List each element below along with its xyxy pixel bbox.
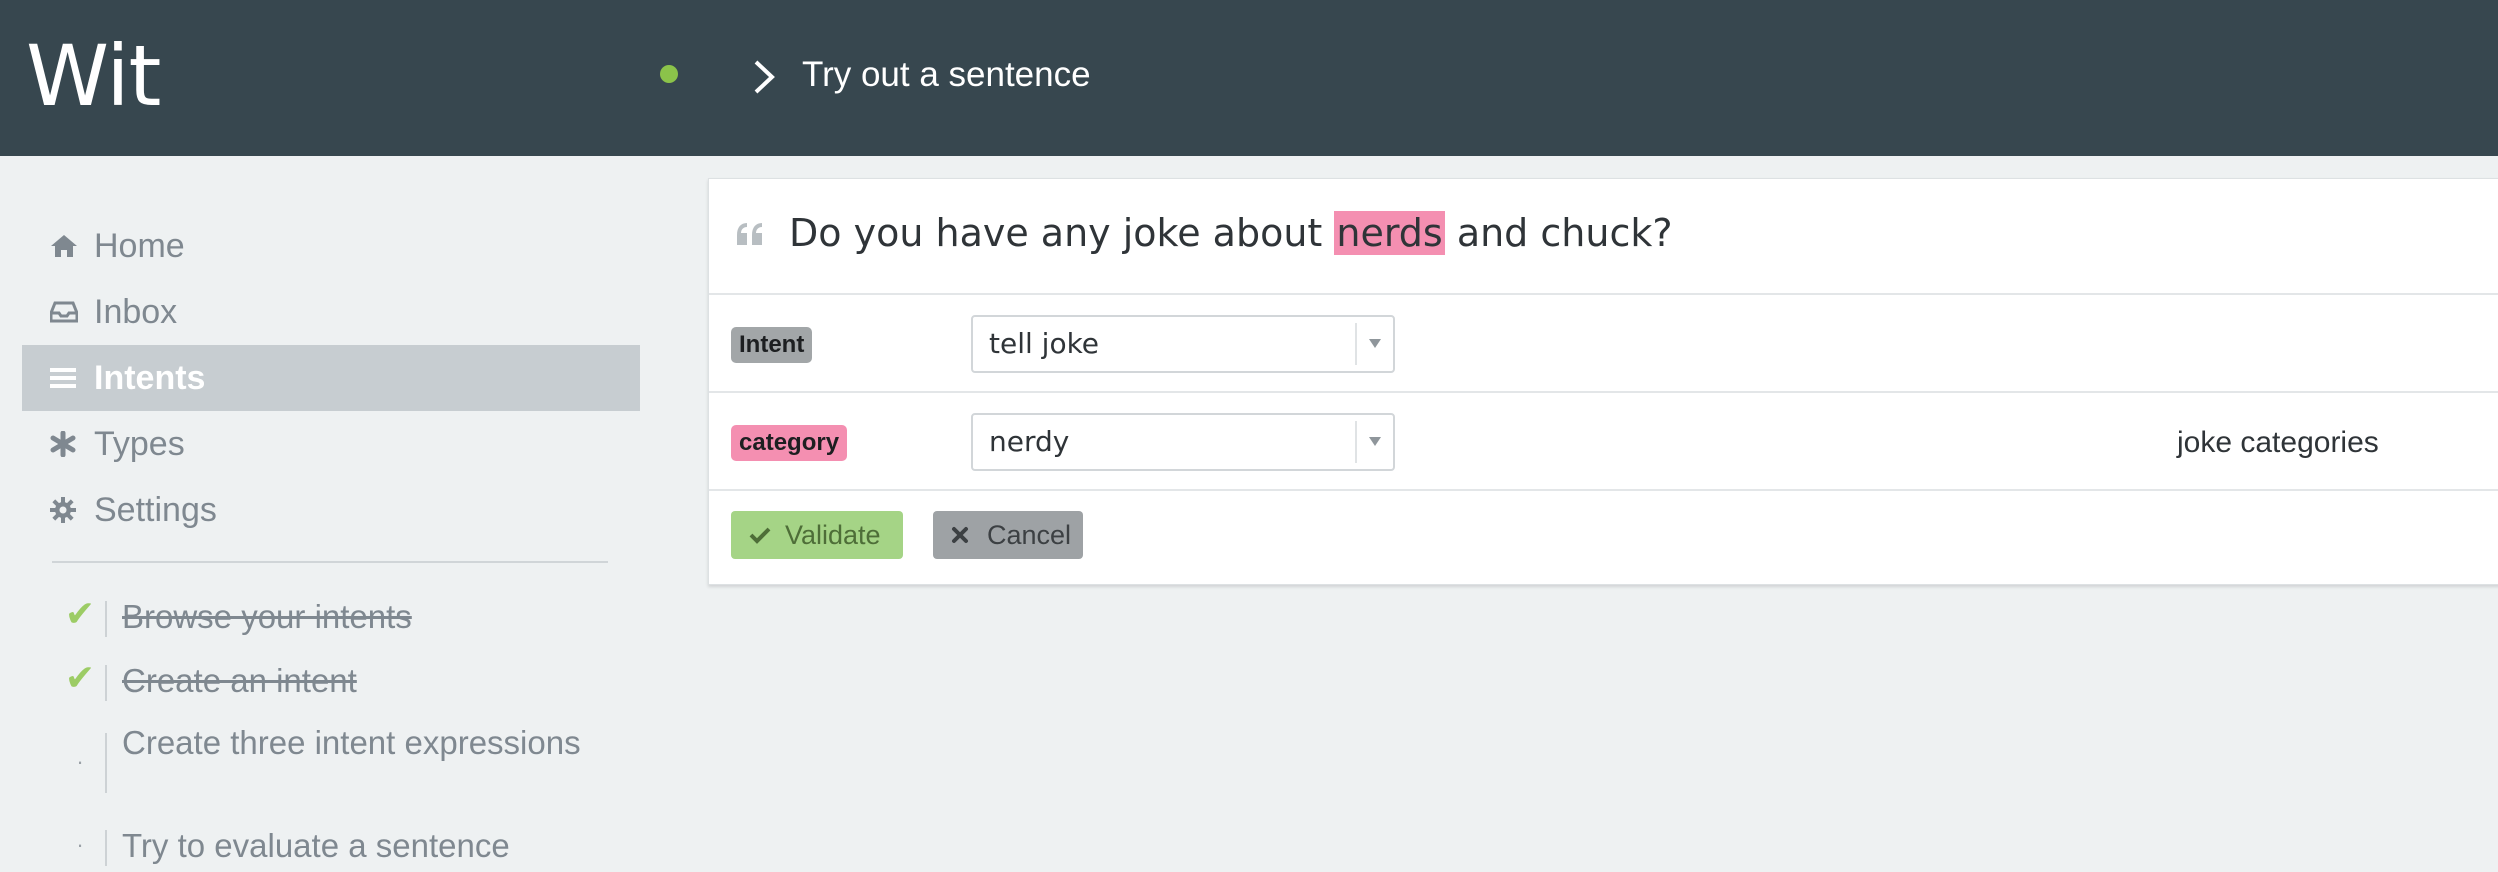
sidebar-item-types[interactable]: Types bbox=[22, 411, 640, 477]
intent-select-value: tell joke bbox=[989, 327, 1100, 360]
sidebar-item-settings[interactable]: Settings bbox=[22, 477, 640, 543]
cancel-button[interactable]: Cancel bbox=[933, 511, 1083, 559]
top-bar: Wit Try out a sentence bbox=[0, 0, 2498, 156]
list-icon bbox=[22, 367, 78, 389]
sidebar-item-inbox[interactable]: Inbox bbox=[22, 279, 640, 345]
inbox-icon bbox=[22, 300, 78, 324]
sidebar-divider bbox=[52, 561, 608, 563]
intent-select[interactable]: tell joke bbox=[971, 315, 1395, 373]
checklist-item: ✔ Create an intent bbox=[60, 657, 620, 701]
category-select-value: nerdy bbox=[989, 425, 1070, 458]
check-icon bbox=[749, 526, 777, 544]
sidebar-item-label: Inbox bbox=[94, 292, 178, 331]
sentence-card: Do you have any joke about nerds and chu… bbox=[708, 178, 2498, 585]
checklist-item: · Try to evaluate a sentence bbox=[60, 826, 620, 866]
validate-button-label: Validate bbox=[785, 519, 881, 550]
caret-down-icon bbox=[1369, 339, 1381, 348]
bullet-icon: · bbox=[76, 749, 84, 774]
gear-icon bbox=[22, 497, 78, 523]
app-logo[interactable]: Wit bbox=[26, 24, 161, 128]
caret-down-icon bbox=[1369, 437, 1381, 446]
cancel-button-label: Cancel bbox=[987, 519, 1072, 550]
category-tag: category bbox=[731, 425, 848, 461]
category-select[interactable]: nerdy bbox=[971, 413, 1395, 471]
page-title: Try out a sentence bbox=[802, 55, 1091, 94]
bullet-icon: · bbox=[76, 832, 84, 857]
entity-type-label: joke categories bbox=[2177, 426, 2379, 459]
checklist-item-text[interactable]: Browse your intents bbox=[122, 597, 582, 637]
row-divider bbox=[709, 391, 2498, 393]
intent-tag: Intent bbox=[731, 327, 813, 363]
sentence-part: Do you have any joke about bbox=[789, 211, 1335, 255]
checklist-item: ✔ Browse your intents bbox=[60, 593, 620, 637]
checklist-item-text[interactable]: Create an intent bbox=[122, 661, 582, 701]
checklist-item: · Create three intent expressions bbox=[60, 723, 620, 803]
sentence-part: and chuck? bbox=[1444, 211, 1673, 255]
checkmark-icon: ✔ bbox=[64, 657, 96, 698]
checklist-item-text[interactable]: Create three intent expressions bbox=[122, 723, 582, 763]
row-divider bbox=[709, 489, 2498, 491]
entity-highlight[interactable]: nerds bbox=[1334, 211, 1445, 255]
status-indicator bbox=[660, 65, 678, 83]
row-divider bbox=[709, 293, 2498, 295]
chevron-right-icon bbox=[754, 60, 775, 94]
sidebar-item-home[interactable]: Home bbox=[22, 213, 640, 279]
asterisk-icon bbox=[22, 431, 78, 457]
sidebar-item-label: Intents bbox=[94, 358, 206, 397]
validate-button[interactable]: Validate bbox=[731, 511, 903, 559]
sidebar-item-intents[interactable]: Intents bbox=[22, 345, 640, 411]
checklist-item-text[interactable]: Try to evaluate a sentence bbox=[122, 826, 582, 866]
checkmark-icon: ✔ bbox=[64, 593, 96, 634]
sidebar-item-label: Home bbox=[94, 226, 185, 265]
sidebar-item-label: Settings bbox=[94, 490, 217, 529]
quote-icon bbox=[737, 223, 762, 245]
close-icon bbox=[951, 526, 979, 544]
sidebar-item-label: Types bbox=[94, 424, 185, 463]
sentence-text: Do you have any joke about nerds and chu… bbox=[789, 205, 1673, 261]
home-icon bbox=[22, 233, 78, 259]
